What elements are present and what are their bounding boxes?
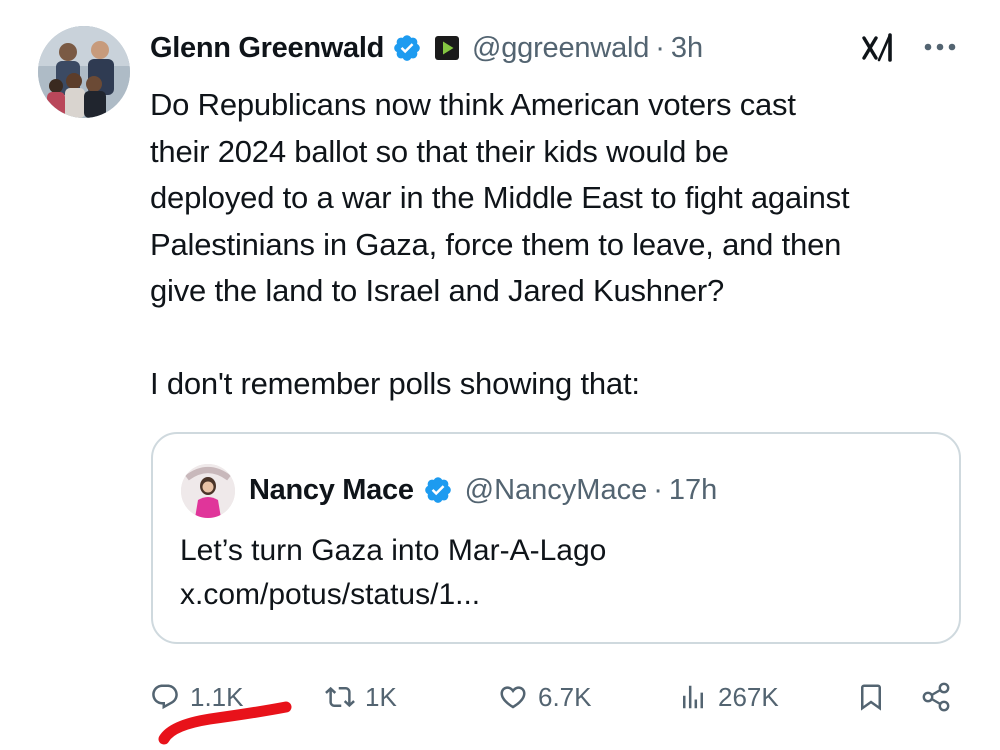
separator-dot: · [655, 31, 665, 64]
repost-icon [325, 686, 355, 708]
quoted-author-handle[interactable]: @NancyMace [465, 474, 648, 507]
tweet-card: Glenn Greenwald @ggreenwald · 3h Do Repu… [0, 0, 1000, 750]
share-button[interactable] [920, 672, 962, 722]
post-header: Glenn Greenwald @ggreenwald · 3h [150, 27, 980, 69]
views-button[interactable]: 267K [678, 672, 779, 722]
rumble-play-icon[interactable] [434, 35, 460, 61]
share-icon [922, 682, 950, 712]
repost-button[interactable]: 1K [325, 672, 397, 722]
quoted-author-avatar[interactable] [181, 464, 235, 518]
verified-badge-icon[interactable] [392, 33, 422, 63]
like-button[interactable]: 6.7K [498, 672, 592, 722]
separator-dot: · [653, 473, 663, 506]
views-count: 267K [718, 681, 779, 712]
bookmark-icon [861, 684, 881, 711]
like-count: 6.7K [538, 681, 592, 712]
quoted-author-name[interactable]: Nancy Mace [249, 474, 414, 507]
post-text: Do Republicans now think American voters… [150, 87, 850, 401]
quoted-post-text: Let’s turn Gaza into Mar-A-Lago x.com/po… [180, 534, 607, 611]
views-icon [683, 685, 703, 709]
more-icon[interactable] [920, 32, 962, 62]
author-avatar[interactable] [38, 26, 130, 118]
quoted-post[interactable]: Nancy Mace @NancyMace · 17h Let’s turn G… [151, 432, 961, 644]
quoted-post-header: Nancy Mace @NancyMace · 17h [249, 468, 717, 512]
repost-count: 1K [365, 681, 397, 712]
bookmark-button[interactable] [856, 672, 896, 722]
heart-icon [500, 686, 526, 709]
author-handle[interactable]: @ggreenwald [472, 32, 649, 65]
grok-icon[interactable] [860, 30, 900, 66]
red-underline-annotation [158, 701, 292, 745]
verified-badge-icon[interactable] [423, 475, 453, 505]
author-name[interactable]: Glenn Greenwald [150, 32, 384, 65]
quoted-post-time[interactable]: 17h [669, 474, 717, 507]
post-time[interactable]: 3h [671, 32, 703, 65]
